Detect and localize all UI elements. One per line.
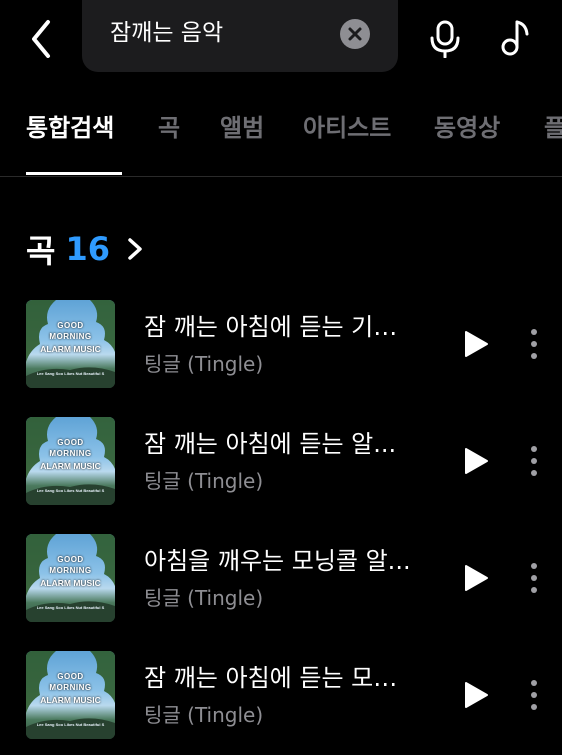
more-options-button[interactable]: [520, 675, 548, 715]
section-title: 곡: [26, 232, 56, 270]
tab-songs[interactable]: 곡: [158, 110, 180, 146]
song-artist: 팅글 (Tingle): [144, 469, 264, 493]
top-bar: 잠깨는 음악: [0, 0, 562, 80]
play-icon: [465, 565, 488, 591]
play-icon: [465, 682, 488, 708]
play-button[interactable]: [458, 558, 494, 598]
song-artist: 팅글 (Tingle): [144, 352, 264, 376]
tab-playlists[interactable]: 플: [544, 110, 562, 146]
album-art[interactable]: GOOD MORNING ALARM MUSIC Lee Sang Soo Li…: [26, 534, 115, 622]
song-title[interactable]: 잠 깨는 아침에 듣는 모…: [144, 661, 429, 695]
search-tabs: 통합검색 곡 앨범 아티스트 동영상 플: [0, 100, 562, 177]
album-art-line4: Lee Sang Soo Likes Nut Beautiful S: [36, 605, 105, 610]
album-art-line2: MORNING: [49, 332, 92, 341]
song-title[interactable]: 아침을 깨우는 모닝콜 알...: [144, 544, 429, 578]
more-vertical-icon: [531, 329, 537, 359]
album-art-line3: ALARM MUSIC: [40, 695, 101, 705]
album-art-line4: Lee Sang Soo Likes Nut Beautiful S: [36, 488, 105, 493]
song-row[interactable]: GOOD MORNING ALARM MUSIC Lee Sang Soo Li…: [0, 651, 562, 755]
song-row[interactable]: GOOD MORNING ALARM MUSIC Lee Sang Soo Li…: [0, 300, 562, 404]
tab-all[interactable]: 통합검색: [26, 110, 114, 146]
more-options-button[interactable]: [520, 324, 548, 364]
more-vertical-icon: [531, 563, 537, 593]
album-art[interactable]: GOOD MORNING ALARM MUSIC Lee Sang Soo Li…: [26, 651, 115, 739]
album-art-line1: GOOD: [57, 672, 84, 681]
clear-search-button[interactable]: [340, 19, 370, 49]
voice-search-button[interactable]: [425, 8, 465, 59]
section-count: 16: [65, 230, 110, 268]
back-button[interactable]: [22, 8, 62, 58]
play-button[interactable]: [458, 675, 494, 715]
song-row[interactable]: GOOD MORNING ALARM MUSIC Lee Sang Soo Li…: [0, 534, 562, 638]
tab-videos[interactable]: 동영상: [434, 110, 500, 146]
album-art[interactable]: GOOD MORNING ALARM MUSIC Lee Sang Soo Li…: [26, 300, 115, 388]
songs-section-header[interactable]: 곡 16: [26, 226, 146, 272]
more-vertical-icon: [531, 680, 537, 710]
tab-artists[interactable]: 아티스트: [303, 110, 391, 146]
album-art[interactable]: GOOD MORNING ALARM MUSIC Lee Sang Soo Li…: [26, 417, 115, 505]
album-art-line2: MORNING: [49, 683, 92, 692]
play-button[interactable]: [458, 441, 494, 481]
active-tab-indicator: [26, 172, 122, 175]
song-row[interactable]: GOOD MORNING ALARM MUSIC Lee Sang Soo Li…: [0, 417, 562, 521]
tab-albums[interactable]: 앨범: [220, 110, 264, 146]
album-art-line3: ALARM MUSIC: [40, 344, 101, 354]
album-art-line3: ALARM MUSIC: [40, 578, 101, 588]
chevron-left-icon: [32, 20, 50, 58]
more-options-button[interactable]: [520, 441, 548, 481]
album-art-line1: GOOD: [57, 555, 84, 564]
song-title[interactable]: 잠 깨는 아침에 듣는 기…: [144, 310, 429, 344]
album-art-line4: Lee Sang Soo Likes Nut Beautiful S: [36, 722, 105, 727]
more-vertical-icon: [531, 446, 537, 476]
search-box[interactable]: 잠깨는 음악: [82, 0, 398, 72]
album-art-line2: MORNING: [49, 449, 92, 458]
microphone-icon: [430, 20, 460, 59]
clear-icon: [348, 27, 362, 41]
more-options-button[interactable]: [520, 558, 548, 598]
search-input[interactable]: 잠깨는 음악: [110, 16, 223, 50]
song-artist: 팅글 (Tingle): [144, 703, 264, 727]
play-icon: [465, 331, 488, 357]
music-note-icon: [501, 20, 529, 56]
album-art-line3: ALARM MUSIC: [40, 461, 101, 471]
play-button[interactable]: [458, 324, 494, 364]
song-artist: 팅글 (Tingle): [144, 586, 264, 610]
album-art-line2: MORNING: [49, 566, 92, 575]
chevron-right-icon: [128, 238, 142, 260]
music-recognition-button[interactable]: [496, 8, 536, 58]
play-icon: [465, 448, 488, 474]
song-title[interactable]: 잠 깨는 아침에 듣는 알...: [144, 427, 429, 461]
album-art-line1: GOOD: [57, 438, 84, 447]
album-art-line1: GOOD: [57, 321, 84, 330]
album-art-line4: Lee Sang Soo Likes Nut Beautiful S: [36, 371, 105, 376]
